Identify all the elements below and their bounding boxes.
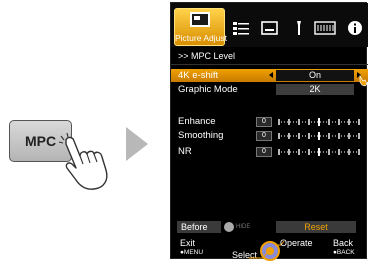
information-icon[interactable] [346,20,364,36]
mpc-button-label: MPC [24,133,57,149]
slider-track[interactable] [278,148,360,156]
menu-row-label: Graphic Mode [178,84,238,95]
slider-value: 0 [256,117,272,127]
slider-track[interactable] [278,132,360,140]
operate-label: Operate [280,238,313,248]
menu-row-value: On [276,70,354,81]
breadcrumb: >> MPC Level [178,51,236,61]
back-label: Back [333,238,354,248]
slider-value: 0 [256,131,272,141]
slider-row-enhance[interactable]: Enhance 0 [171,116,368,128]
slider-label: Enhance [178,116,216,127]
before-button[interactable]: Before [177,221,221,233]
slider-row-smoothing[interactable]: Smoothing 0 [171,130,368,142]
key-guide: Exit ●MENU Select Operate Back ●BACK [171,236,368,261]
menu-row-value: 2K [276,84,354,95]
divider [171,64,368,65]
right-arrow-icon [126,127,148,161]
exit-label: Exit [180,238,196,248]
reset-button[interactable]: Reset [276,221,356,233]
osd-menu: Picture Adjust >> MPC Level 4K e-shift O… [170,2,368,261]
menu-row-4k-e-shift[interactable]: 4K e-shift On [171,69,368,82]
installation-icon[interactable] [290,20,308,36]
back-key-label: ●BACK [333,249,355,256]
hide-label: HIDE [236,224,251,230]
menu-row-label: 4K e-shift [178,70,219,81]
menu-key-label: ●MENU [180,249,204,256]
tab-picture-adjust[interactable]: Picture Adjust [174,8,227,46]
slider-label: Smoothing [178,130,224,141]
input-settings-icon[interactable] [232,20,250,36]
picture-icon [190,12,210,27]
select-pointer-line [249,252,268,259]
function-icon[interactable] [314,20,336,36]
hide-toggle-icon[interactable] [224,222,234,232]
slider-row-nr[interactable]: NR 0 [171,146,368,158]
slider-label: NR [178,146,192,157]
menu-row-graphic-mode[interactable]: Graphic Mode 2K [171,83,368,96]
pressing-hand-icon [58,132,108,190]
menu-tab-bar: Picture Adjust [171,3,368,47]
tab-picture-adjust-label: Picture Adjust [175,33,227,43]
left-arrow-icon[interactable] [269,72,273,78]
slider-track[interactable] [278,118,360,126]
action-row: Before HIDE Reset [171,221,368,233]
slider-value: 0 [256,147,272,157]
display-settings-icon[interactable] [261,20,279,36]
